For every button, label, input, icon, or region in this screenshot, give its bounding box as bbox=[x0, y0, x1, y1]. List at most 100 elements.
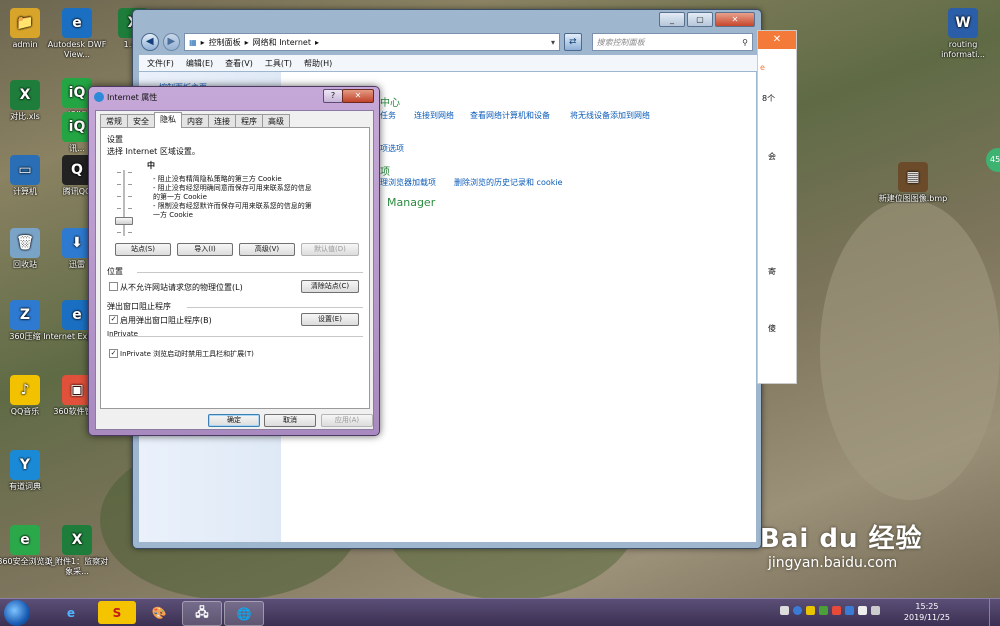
slider-tick bbox=[128, 232, 132, 233]
menu-edit[interactable]: 编辑(E) bbox=[186, 58, 213, 69]
tab-general[interactable]: 常规 bbox=[100, 114, 128, 128]
tray-icon[interactable] bbox=[845, 606, 854, 615]
strip-text: 傻 bbox=[768, 324, 776, 333]
desktop-icon[interactable]: ▦ 新建位图图像.bmp bbox=[878, 162, 948, 204]
section-heading-manager[interactable]: Manager bbox=[387, 196, 435, 209]
address-bar[interactable]: ▦ ▸ 控制面板 ▸ 网络和 Internet ▸ ▾ bbox=[184, 33, 561, 51]
location-checkbox-label[interactable]: 从不允许网站请求您的物理位置(L) bbox=[120, 282, 243, 293]
taskbar-internet-options-icon[interactable]: 🌐 bbox=[224, 601, 264, 626]
show-desktop-button[interactable] bbox=[989, 599, 1000, 626]
tray-icon[interactable] bbox=[871, 606, 880, 615]
clock[interactable]: 15:25 2019/11/25 bbox=[904, 601, 950, 623]
baidu-watermark: Bai du 经验 jingyan.baidu.com bbox=[760, 518, 923, 571]
slider-tick bbox=[128, 172, 132, 173]
popup-checkbox-label[interactable]: 启用弹出窗口阻止程序(B) bbox=[120, 315, 212, 326]
tab-security[interactable]: 安全 bbox=[127, 114, 155, 128]
tab-privacy[interactable]: 隐私 bbox=[154, 112, 182, 128]
inprivate-checkbox[interactable]: ✓ bbox=[109, 349, 118, 358]
desktop-app-icon: Z bbox=[10, 300, 40, 330]
desktop-app-icon: 🗑 bbox=[10, 228, 40, 258]
location-section-title: 位置 bbox=[107, 267, 123, 276]
advanced-button[interactable]: 高级(V) bbox=[239, 243, 295, 256]
slider-tick bbox=[117, 172, 121, 173]
desktop-icon[interactable]: Wrouting informati... bbox=[928, 8, 998, 60]
refresh-icon[interactable]: ⇄ bbox=[564, 33, 582, 51]
maximize-icon[interactable]: ▢ bbox=[687, 12, 713, 27]
search-icon[interactable]: ⚲ bbox=[742, 38, 748, 47]
privacy-level: 中 bbox=[147, 161, 155, 170]
menu-help[interactable]: 帮助(H) bbox=[304, 58, 332, 69]
slider-tick bbox=[128, 208, 132, 209]
tray-icon[interactable] bbox=[780, 606, 789, 615]
tray-icon[interactable] bbox=[858, 606, 867, 615]
watermark-url: jingyan.baidu.com bbox=[768, 555, 898, 571]
desktop-app-icon: ▦ bbox=[898, 162, 928, 192]
desktop-icon[interactable]: X 1_附件1：监察对象采... bbox=[42, 525, 112, 577]
tray-icon[interactable] bbox=[793, 606, 802, 615]
strip-close-icon[interactable]: ✕ bbox=[758, 31, 796, 49]
tab-content[interactable]: 内容 bbox=[181, 114, 209, 128]
back-button[interactable]: ◀ bbox=[141, 33, 159, 51]
link-add-wireless[interactable]: 将无线设备添加到网络 bbox=[570, 110, 650, 121]
tray-icon[interactable] bbox=[806, 606, 815, 615]
taskbar-sogou-icon[interactable]: S bbox=[98, 601, 136, 624]
ok-button[interactable]: 确定 bbox=[208, 414, 260, 427]
slider-tick bbox=[117, 208, 121, 209]
tab-connections[interactable]: 连接 bbox=[208, 114, 236, 128]
tray-icon[interactable] bbox=[819, 606, 828, 615]
taskbar-network-icon[interactable]: 🖧 bbox=[182, 601, 222, 626]
breadcrumb-separator: ▸ bbox=[200, 37, 205, 47]
start-button[interactable] bbox=[4, 600, 30, 626]
dialog-close-button[interactable]: ✕ bbox=[342, 89, 374, 103]
desktop-app-icon: W bbox=[948, 8, 978, 38]
import-button[interactable]: 导入(I) bbox=[177, 243, 233, 256]
minimize-icon[interactable]: _ bbox=[659, 12, 685, 27]
slider-tick bbox=[117, 232, 121, 233]
link-tasks[interactable]: 任务 bbox=[380, 110, 396, 121]
desktop-icon[interactable]: Y 有道词典 bbox=[0, 450, 60, 492]
breadcrumb-control-panel[interactable]: 控制面板 bbox=[209, 37, 241, 48]
tab-advanced[interactable]: 高级 bbox=[262, 114, 290, 128]
link-delete-history[interactable]: 删除浏览的历史记录和 cookie bbox=[454, 177, 563, 188]
search-input[interactable]: 搜索控制面板 ⚲ bbox=[591, 33, 753, 51]
help-button[interactable]: ? bbox=[323, 89, 343, 103]
tray-icon[interactable] bbox=[832, 606, 841, 615]
apply-button: 应用(A) bbox=[321, 414, 373, 427]
section-heading-network-center[interactable]: 中心 bbox=[380, 94, 400, 109]
tab-programs[interactable]: 程序 bbox=[235, 114, 263, 128]
link-options[interactable]: 项选项 bbox=[380, 143, 404, 154]
link-manage-addons[interactable]: 理浏览器加载项 bbox=[380, 177, 436, 188]
menu-tools[interactable]: 工具(T) bbox=[265, 58, 292, 69]
dialog-tabs: 常规 安全 隐私 内容 连接 程序 高级 bbox=[100, 112, 290, 128]
breadcrumb-network[interactable]: 网络和 Internet bbox=[253, 37, 311, 48]
dropdown-arrow-icon[interactable]: ▾ bbox=[551, 38, 555, 47]
link-connect-network[interactable]: 连接到网络 bbox=[414, 110, 454, 121]
clock-date: 2019/11/25 bbox=[903, 613, 950, 622]
clear-sites-button[interactable]: 清除站点(C) bbox=[301, 280, 359, 293]
clock-time: 15:25 bbox=[915, 602, 939, 611]
cancel-button[interactable]: 取消 bbox=[264, 414, 316, 427]
desktop-icon-label: 有道词典 bbox=[9, 482, 41, 491]
section-heading-internet-options[interactable]: 项 bbox=[380, 163, 390, 178]
sites-button[interactable]: 站点(S) bbox=[115, 243, 171, 256]
inprivate-checkbox-label[interactable]: InPrivate 浏览启动时禁用工具栏和扩展(T) bbox=[120, 349, 254, 359]
system-tray bbox=[780, 606, 880, 615]
desktop-icon-label: 1_附件1：监察对象采... bbox=[45, 557, 109, 576]
close-icon[interactable]: ✕ bbox=[715, 12, 755, 27]
link-view-computers[interactable]: 查看网络计算机和设备 bbox=[470, 110, 550, 121]
menu-bar: 文件(F) 编辑(E) 查看(V) 工具(T) 帮助(H) bbox=[139, 55, 763, 71]
menu-file[interactable]: 文件(F) bbox=[147, 58, 174, 69]
privacy-slider-track[interactable] bbox=[123, 170, 125, 236]
menu-view[interactable]: 查看(V) bbox=[225, 58, 253, 69]
popup-blocker-checkbox[interactable]: ✓ bbox=[109, 315, 118, 324]
taskbar-ie-icon[interactable]: e bbox=[52, 601, 90, 624]
location-checkbox[interactable] bbox=[109, 282, 118, 291]
desktop-app-icon: X bbox=[62, 525, 92, 555]
privacy-slider-thumb[interactable] bbox=[115, 217, 133, 225]
strip-text: e bbox=[760, 63, 765, 72]
popup-settings-button[interactable]: 设置(E) bbox=[301, 313, 359, 326]
notification-badge[interactable]: 45 bbox=[986, 148, 1000, 172]
forward-button[interactable]: ▶ bbox=[162, 33, 181, 51]
taskbar-paint-icon[interactable]: 🎨 bbox=[140, 601, 178, 624]
breadcrumb-separator: ▸ bbox=[244, 37, 249, 47]
